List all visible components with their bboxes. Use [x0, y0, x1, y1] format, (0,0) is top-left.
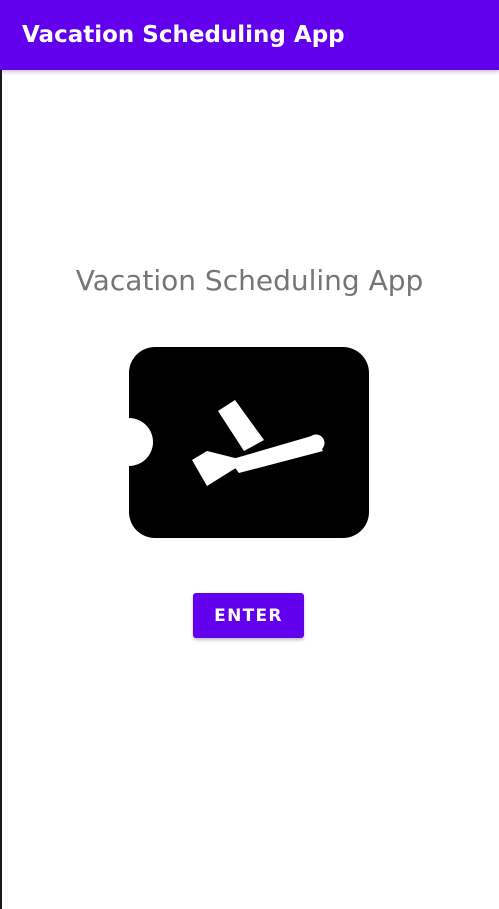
window-edge — [0, 0, 2, 909]
flight-ticket-icon — [129, 347, 369, 538]
app-bar: Vacation Scheduling App — [0, 0, 499, 70]
enter-button[interactable]: ENTER — [193, 593, 304, 638]
app-bar-title: Vacation Scheduling App — [22, 22, 345, 48]
page-title: Vacation Scheduling App — [75, 264, 424, 297]
